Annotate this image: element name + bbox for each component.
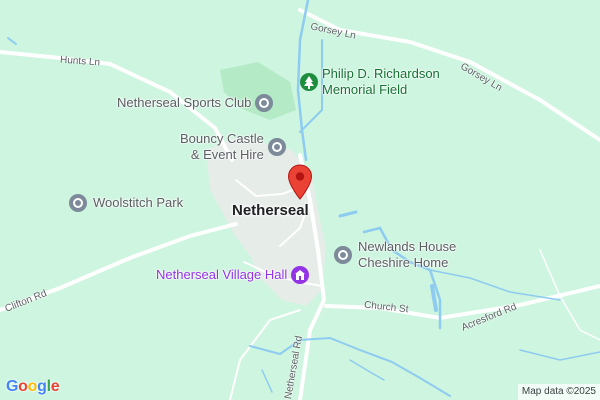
google-logo: Google xyxy=(6,378,60,396)
drain-1 xyxy=(261,369,273,393)
poi-label-sports-club: Netherseal Sports Club xyxy=(117,95,252,110)
logo-letter: e xyxy=(50,378,60,395)
logo-letter: o xyxy=(27,378,38,395)
poi-label-woolstitch-park: Woolstitch Park xyxy=(93,195,184,210)
pond-west xyxy=(7,37,17,45)
red-pin-icon[interactable] xyxy=(287,164,313,200)
logo-letter: G xyxy=(6,378,19,395)
location-dot-icon xyxy=(255,94,274,112)
map-attribution[interactable]: Map data ©2025 xyxy=(517,384,600,400)
ditch-east xyxy=(429,269,561,301)
poi-label-newlands-house: Newlands House Cheshire Home xyxy=(358,239,457,270)
poi-label-bouncy-castle: Bouncy Castle & Event Hire xyxy=(180,131,264,162)
drain-2 xyxy=(349,359,385,381)
park-tree-icon xyxy=(300,73,318,91)
location-dot-icon xyxy=(69,194,87,212)
poi-newlands-house[interactable]: Newlands House Cheshire Home xyxy=(334,239,456,271)
logo-letter: o xyxy=(18,378,28,395)
poi-village-hall[interactable]: Netherseal Village Hall xyxy=(156,266,310,284)
brook-south xyxy=(249,336,451,397)
location-dot-icon xyxy=(267,138,286,156)
poi-sports-club[interactable]: Netherseal Sports Club xyxy=(117,94,274,112)
poi-memorial-field[interactable]: Philip D. Richardson Memorial Field xyxy=(300,66,440,98)
location-dot-icon xyxy=(334,246,352,264)
poi-label-village-hall: Netherseal Village Hall xyxy=(156,267,288,282)
town-label: Netherseal xyxy=(232,202,309,219)
poi-woolstitch-park[interactable]: Woolstitch Park xyxy=(69,194,183,212)
logo-letter: g xyxy=(37,378,47,395)
drain-3 xyxy=(519,349,600,361)
building-icon xyxy=(291,266,310,284)
poi-bouncy-castle[interactable]: Bouncy Castle & Event Hire xyxy=(180,131,286,163)
pond-1 xyxy=(338,210,358,218)
poi-label-memorial-field: Philip D. Richardson Memorial Field xyxy=(322,66,440,97)
map-canvas[interactable]: Gorsey Ln Gorsey Ln Hunts Ln Clifton Rd … xyxy=(0,0,600,400)
